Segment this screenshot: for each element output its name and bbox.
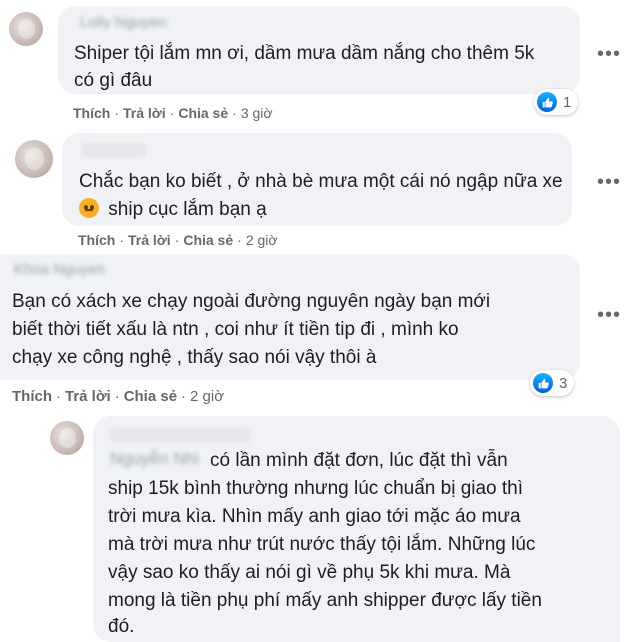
- comment-line: đó.: [108, 616, 135, 637]
- comment-line: Shiper tội lắm mn ơi, dầm mưa dầm nắng c…: [74, 43, 535, 64]
- reaction-count[interactable]: 3: [530, 370, 575, 396]
- pleading-face-emoji: [79, 198, 99, 218]
- share-link[interactable]: Chia sẻ: [183, 232, 233, 248]
- like-link[interactable]: Thích: [73, 105, 110, 121]
- comment-author[interactable]: Nguyễn Nhi: [110, 449, 199, 469]
- comment-actions: Thích · Trả lời · Chia sẻ · 2 giờ: [12, 388, 225, 405]
- more-options-icon[interactable]: •••: [597, 305, 621, 325]
- comment-author-blur: [110, 428, 250, 442]
- comment-line: ship cục lắm bạn ạ: [79, 195, 267, 224]
- reply-link[interactable]: Trả lời: [128, 232, 171, 248]
- share-link[interactable]: Chia sẻ: [124, 388, 177, 405]
- avatar[interactable]: [9, 12, 43, 46]
- comment-line: biết thời tiết xấu là ntn , coi như ít t…: [12, 319, 459, 340]
- comment-line: vậy sao ko thấy ai nói gì về phụ 5k khi …: [108, 562, 511, 583]
- avatar[interactable]: [50, 421, 84, 455]
- comment-author[interactable]: Lolly Nguyen: [80, 14, 167, 31]
- comment-line: Chắc bạn ko biết , ở nhà bè mưa một cái …: [79, 171, 563, 192]
- comment-line: chạy xe công nghệ , thấy sao nói vậy thô…: [12, 347, 377, 368]
- comment-line: ship 15k bình thường nhưng lúc chuẩn bị …: [108, 478, 524, 499]
- like-reaction-icon: [533, 373, 553, 393]
- timestamp[interactable]: 3 giờ: [241, 105, 273, 121]
- timestamp[interactable]: 2 giờ: [246, 232, 278, 248]
- comment-line: có gì đâu: [74, 70, 153, 91]
- reply-link[interactable]: Trả lời: [123, 105, 166, 121]
- timestamp[interactable]: 2 giờ: [190, 388, 224, 405]
- reaction-count-label: 1: [563, 93, 572, 111]
- comment-line: có lần mình đặt đơn, lúc đặt thì vẫn: [210, 450, 508, 471]
- comment-line: Bạn có xách xe chạy ngoài đường nguyên n…: [12, 291, 491, 312]
- like-link[interactable]: Thích: [12, 388, 52, 405]
- comment-actions: Thích · Trả lời · Chia sẻ · 2 giờ: [78, 232, 278, 248]
- share-link[interactable]: Chia sẻ: [178, 105, 228, 121]
- comment-author[interactable]: [82, 143, 146, 157]
- like-reaction-icon: [537, 92, 557, 112]
- avatar[interactable]: [15, 140, 53, 178]
- more-options-icon[interactable]: •••: [597, 172, 621, 192]
- comment-line: mong là tiền phụ phí mấy anh shipper đượ…: [108, 590, 542, 611]
- reply-link[interactable]: Trả lời: [65, 388, 111, 405]
- comment-line: trời mưa kìa. Nhìn mấy anh giao tới mặc …: [108, 506, 521, 527]
- more-options-icon[interactable]: •••: [597, 44, 621, 64]
- reaction-count-label: 3: [559, 374, 568, 392]
- comment-author[interactable]: Khoa Nguyen: [14, 261, 105, 278]
- comment-line: mà trời mưa như trút nước thấy tội lắm. …: [108, 534, 536, 555]
- reaction-count[interactable]: 1: [534, 89, 579, 115]
- like-link[interactable]: Thích: [78, 232, 115, 248]
- comment-actions: Thích · Trả lời · Chia sẻ · 3 giờ: [73, 105, 273, 121]
